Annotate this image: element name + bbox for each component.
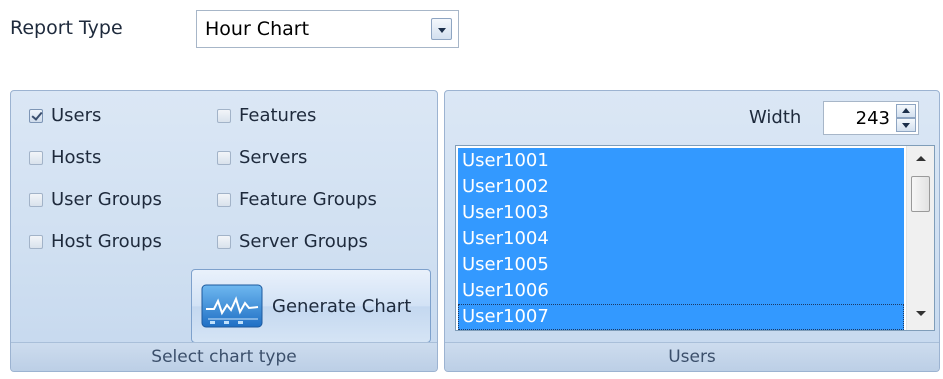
checkbox-label: Features [239,105,317,126]
list-item[interactable]: User1006 [458,278,904,304]
checkbox-icon[interactable] [29,192,43,207]
checkbox-icon[interactable] [217,150,231,165]
list-item[interactable]: User1005 [458,252,904,278]
list-item[interactable]: User1003 [458,200,904,226]
spin-up-icon[interactable] [896,104,916,118]
list-item[interactable]: User1001 [458,148,904,174]
list-item[interactable]: User1004 [458,226,904,252]
scrollbar-thumb[interactable] [911,176,930,212]
checkbox-icon[interactable] [217,108,231,123]
checkbox-servers[interactable]: Servers [217,147,307,168]
checkbox-icon[interactable] [29,150,43,165]
checkbox-label: Server Groups [239,231,368,252]
checkbox-label: Users [51,105,102,126]
report-type-dropdown[interactable]: Hour Chart [196,10,459,48]
checkbox-hosts[interactable]: Hosts [29,147,101,168]
checkbox-icon[interactable] [29,234,43,249]
checkbox-icon[interactable] [217,192,231,207]
checkbox-label: Host Groups [51,231,162,252]
checkbox-feature-groups[interactable]: Feature Groups [217,189,377,210]
checkbox-users[interactable]: Users [29,105,101,126]
generate-chart-button[interactable]: Generate Chart [191,269,431,343]
line-chart-icon [201,284,263,328]
checkbox-label: Servers [239,147,308,168]
panel-caption-select-chart-type: Select chart type [11,342,437,371]
users-listbox[interactable]: User1001 User1002 User1003 User1004 User… [455,145,935,331]
width-label: Width [749,107,802,128]
checkbox-label: Hosts [51,147,102,168]
checkbox-server-groups[interactable]: Server Groups [217,231,368,252]
checkbox-checked-icon[interactable] [29,108,43,123]
scroll-down-icon[interactable] [916,311,926,316]
checkbox-icon[interactable] [217,234,231,249]
report-type-selected-value: Hour Chart [205,18,310,40]
checkbox-label: User Groups [51,189,162,210]
checkbox-user-groups[interactable]: User Groups [29,189,162,210]
list-item[interactable]: User1002 [458,174,904,200]
spin-down-icon[interactable] [896,118,916,132]
width-stepper[interactable]: 243 [823,101,919,135]
generate-chart-label: Generate Chart [272,295,412,317]
scroll-up-icon[interactable] [916,156,926,161]
chevron-down-icon[interactable] [431,18,452,40]
users-list: User1001 User1002 User1003 User1004 User… [458,148,904,330]
checkbox-host-groups[interactable]: Host Groups [29,231,162,252]
report-type-label: Report Type [10,17,123,39]
panel-caption-users: Users [445,342,939,371]
checkbox-label: Feature Groups [239,189,377,210]
list-item[interactable]: User1007 [458,304,904,330]
select-chart-type-panel: Users Features Hosts Servers User Groups… [10,90,438,372]
checkbox-features[interactable]: Features [217,105,316,126]
users-panel: Width 243 User1001 User1002 User1003 Use… [444,90,940,372]
width-value[interactable]: 243 [856,108,890,129]
vertical-scrollbar[interactable] [906,146,934,330]
